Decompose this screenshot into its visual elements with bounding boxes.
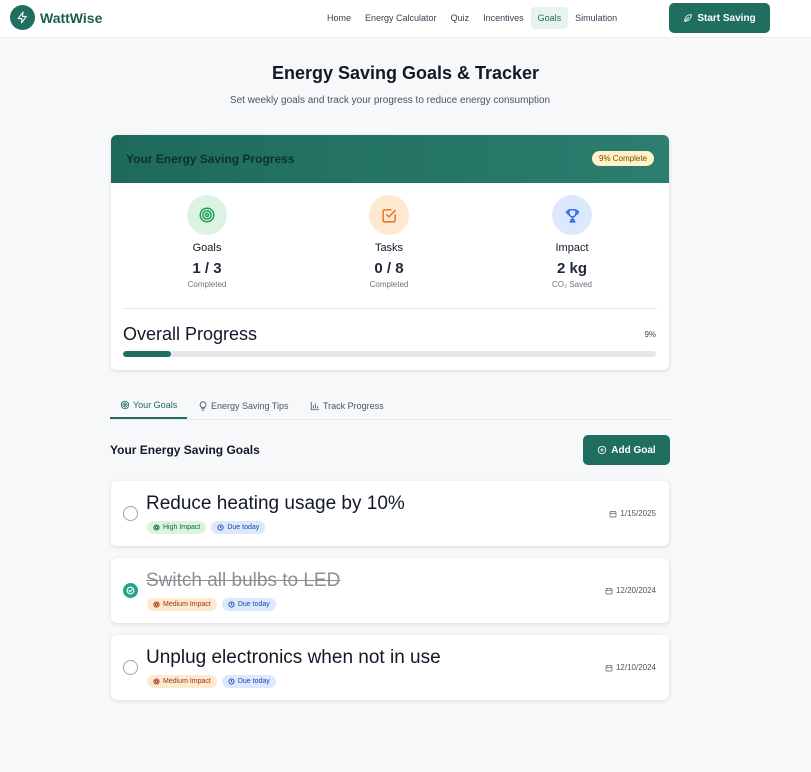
goal-title: Switch all bulbs to LED: [146, 570, 341, 591]
goal-date: 12/20/2024: [605, 586, 656, 595]
target-icon: [153, 678, 160, 685]
calendar-icon: [610, 510, 617, 517]
add-goal-label: Add Goal: [611, 444, 656, 456]
goal-date-text: 1/15/2025: [620, 509, 656, 518]
goal-title: Reduce heating usage by 10%: [146, 493, 405, 514]
trophy-icon: [552, 195, 592, 235]
nav-item-home[interactable]: Home: [320, 7, 358, 29]
stat-label: Goals: [192, 242, 222, 254]
progress-card-title: Your Energy Saving Progress: [126, 152, 295, 166]
nav-item-goals[interactable]: Goals: [530, 7, 569, 29]
tab-track-progress[interactable]: Track Progress: [300, 393, 394, 419]
goal-date: 12/10/2024: [605, 663, 656, 672]
due-badge: Due today: [221, 598, 276, 611]
bar-chart-icon: [310, 401, 320, 411]
due-label: Due today: [237, 678, 270, 685]
nav-item-simulation[interactable]: Simulation: [568, 7, 624, 29]
stat-sub: Completed: [187, 280, 227, 289]
impact-badge: Medium Impact: [147, 675, 217, 688]
stats-row: Goals 1 / 3 Completed Tasks 0 / 8 Comple…: [111, 195, 669, 295]
stat-goals: Goals 1 / 3 Completed: [142, 195, 272, 289]
target-icon: [187, 195, 227, 235]
goal-date-text: 12/20/2024: [615, 586, 656, 595]
goal-title: Unplug electronics when not in use: [146, 647, 441, 668]
start-saving-label: Start Saving: [697, 12, 756, 24]
nav-item-incentives[interactable]: Incentives: [476, 7, 531, 29]
overall-progress-title: Overall Progress: [123, 324, 258, 344]
page-title: Energy Saving Goals & Tracker: [271, 63, 540, 83]
stat-value: 1 / 3: [192, 260, 222, 277]
impact-badge: Medium Impact: [147, 598, 217, 611]
goals-tabs: Your Goals Energy Saving Tips Track Prog…: [110, 393, 670, 420]
due-badge: Due today: [211, 521, 266, 534]
clock-icon: [228, 678, 235, 685]
add-goal-button[interactable]: Add Goal: [583, 435, 670, 465]
goal-tags: High Impact Due today: [147, 521, 270, 534]
calendar-icon: [605, 587, 613, 594]
stat-value: 2 kg: [556, 260, 587, 277]
goal-tags: Medium Impact Due today: [147, 675, 281, 688]
brand[interactable]: WattWise: [10, 5, 102, 30]
stat-value: 0 / 8: [374, 260, 404, 277]
brand-name: WattWise: [40, 9, 103, 26]
goal-complete-checkbox[interactable]: [123, 583, 138, 598]
goal-card: Unplug electronics when not in use Mediu…: [111, 635, 669, 700]
calendar-icon: [605, 664, 613, 671]
impact-label: Medium Impact: [163, 601, 211, 608]
page-subtitle: Set weekly goals and track your progress…: [229, 95, 551, 106]
lightning-icon: [10, 5, 35, 30]
tab-label: Energy Saving Tips: [211, 401, 289, 411]
stat-sub: Completed: [369, 280, 409, 289]
tab-label: Track Progress: [323, 401, 384, 411]
tab-energy-saving-tips[interactable]: Energy Saving Tips: [188, 393, 299, 419]
leaf-icon: [684, 14, 693, 22]
plus-circle-icon: [598, 445, 607, 455]
top-nav-bar: WattWise Home Energy Calculator Quiz Inc…: [0, 0, 811, 38]
goal-card: Reduce heating usage by 10% High Impact …: [111, 481, 669, 546]
due-label: Due today: [237, 601, 270, 608]
main-nav: Home Energy Calculator Quiz Incentives G…: [320, 7, 624, 29]
overall-progress-percent: 9%: [644, 330, 656, 339]
progress-card-header: Your Energy Saving Progress 9% Complete: [111, 135, 669, 183]
goal-complete-checkbox[interactable]: [123, 506, 138, 521]
target-icon: [153, 524, 160, 531]
progress-bar-fill: [123, 351, 171, 357]
check-icon: [126, 586, 135, 595]
checkbox-icon: [369, 195, 409, 235]
target-icon: [120, 400, 130, 410]
goal-card: Switch all bulbs to LED Medium Impact Du…: [111, 558, 669, 623]
goals-section-title: Your Energy Saving Goals: [110, 443, 260, 457]
tab-label: Your Goals: [133, 400, 178, 410]
clock-icon: [217, 524, 224, 531]
goal-date-text: 12/10/2024: [615, 663, 656, 672]
due-badge: Due today: [221, 675, 276, 688]
stat-label: Tasks: [374, 242, 404, 254]
goal-date: 1/15/2025: [609, 509, 656, 518]
goal-tags: Medium Impact Due today: [147, 598, 281, 611]
stat-tasks: Tasks 0 / 8 Completed: [324, 195, 454, 289]
divider: [123, 308, 657, 309]
nav-item-quiz[interactable]: Quiz: [444, 7, 477, 29]
stat-label: Impact: [555, 242, 589, 254]
nav-item-energy-calculator[interactable]: Energy Calculator: [358, 7, 444, 29]
clock-icon: [228, 601, 235, 608]
stat-impact: Impact 2 kg CO₂ Saved: [507, 195, 637, 289]
status-badge: 9% Complete: [591, 151, 654, 166]
impact-badge: High Impact: [147, 521, 207, 534]
lightbulb-icon: [199, 401, 207, 411]
overall-progress-bar: [123, 351, 656, 357]
impact-label: High Impact: [163, 524, 201, 531]
target-icon: [153, 601, 160, 608]
goal-complete-checkbox[interactable]: [123, 660, 138, 675]
tab-your-goals[interactable]: Your Goals: [110, 393, 188, 419]
stat-sub: CO₂ Saved: [551, 280, 592, 289]
impact-label: Medium Impact: [163, 678, 211, 685]
start-saving-button[interactable]: Start Saving: [669, 3, 770, 33]
progress-card: Your Energy Saving Progress 9% Complete …: [111, 135, 669, 370]
due-label: Due today: [227, 524, 260, 531]
